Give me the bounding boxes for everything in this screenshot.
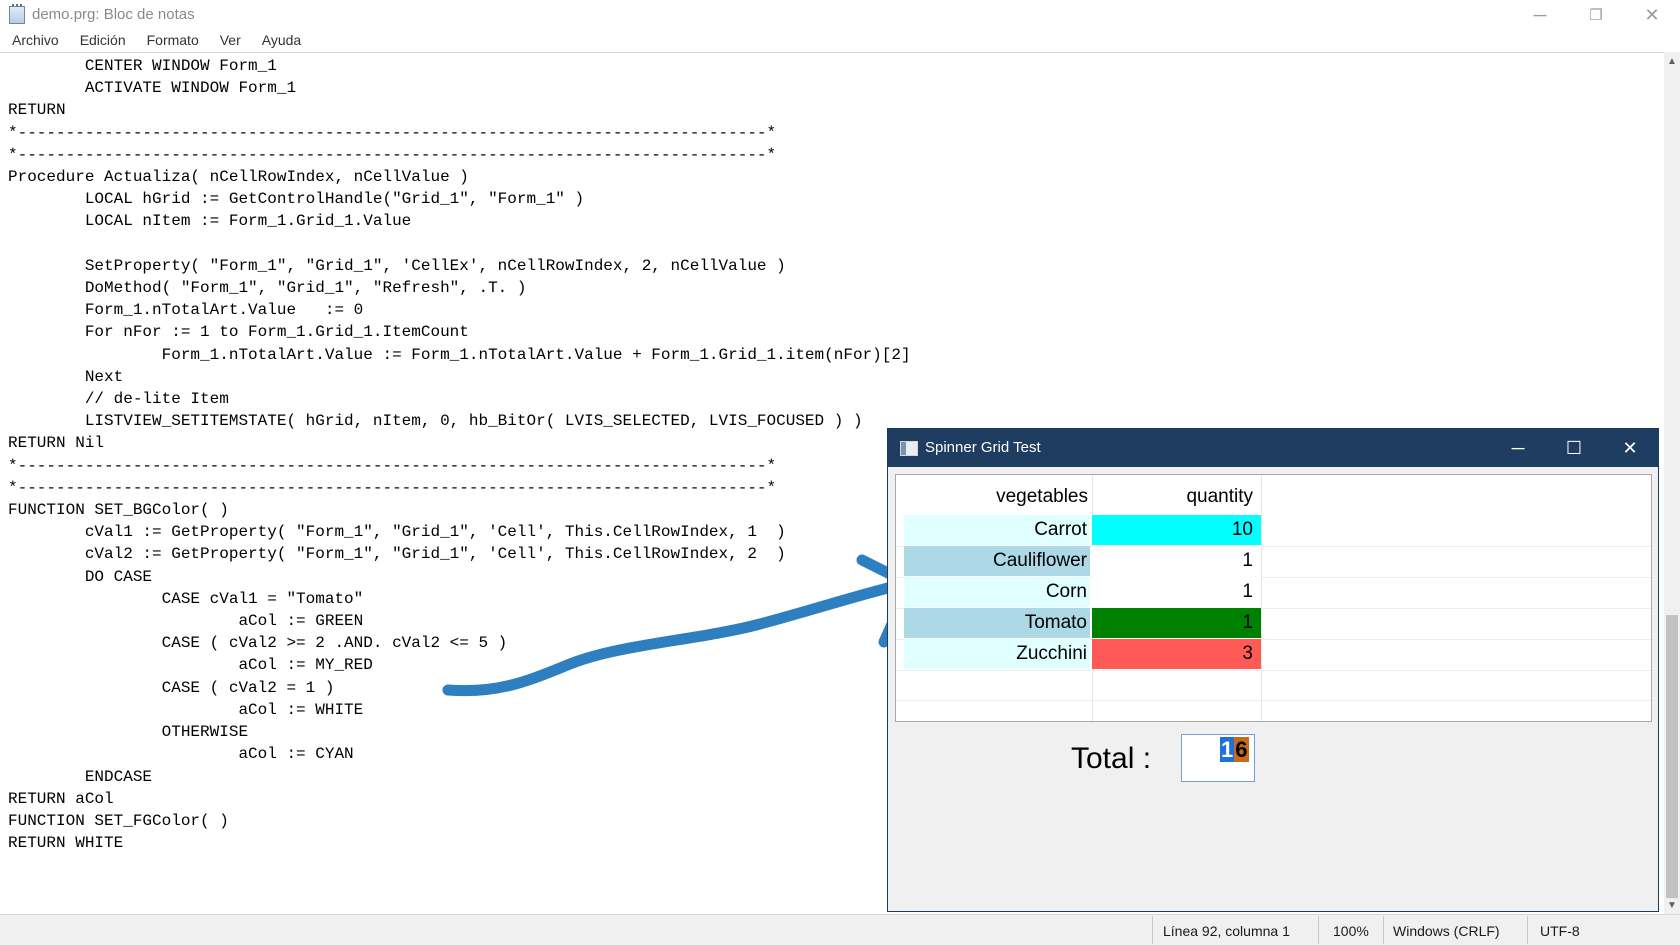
status-line-endings: Windows (CRLF) xyxy=(1393,923,1500,939)
column-header-vegetables[interactable]: vegetables xyxy=(904,483,1088,511)
menu-ayuda[interactable]: Ayuda xyxy=(250,30,310,52)
quantity-cell[interactable]: 3 xyxy=(1092,639,1261,669)
total-value-selected-digit: 1 xyxy=(1220,737,1235,762)
scroll-up-arrow-icon[interactable]: ▲ xyxy=(1664,54,1680,70)
table-row[interactable]: Carrot 10 xyxy=(896,515,1651,547)
minimize-button[interactable]: ─ xyxy=(1512,0,1568,30)
spinner-title-bar: Spinner Grid Test ─ ☐ ✕ xyxy=(888,429,1658,467)
scroll-down-arrow-icon[interactable]: ▼ xyxy=(1664,898,1680,914)
vegetable-cell[interactable]: Cauliflower xyxy=(904,546,1090,576)
spinner-maximize-button[interactable]: ☐ xyxy=(1546,429,1602,467)
empty-row xyxy=(896,669,1651,701)
notepad-app-icon xyxy=(9,4,25,24)
total-value: 16 xyxy=(1220,737,1249,762)
vegetable-cell[interactable]: Zucchini xyxy=(904,639,1090,669)
vegetable-cell[interactable]: Tomato xyxy=(904,608,1090,638)
table-row[interactable]: Tomato 1 xyxy=(896,608,1651,640)
status-zoom: 100% xyxy=(1333,923,1369,939)
close-button[interactable]: ✕ xyxy=(1624,0,1680,30)
status-encoding: UTF-8 xyxy=(1540,923,1580,939)
menu-bar: Archivo Edición Formato Ver Ayuda xyxy=(0,30,310,52)
notepad-window-title: demo.prg: Bloc de notas xyxy=(32,6,195,23)
quantity-cell[interactable]: 1 xyxy=(1092,546,1261,576)
menu-archivo[interactable]: Archivo xyxy=(0,30,68,52)
total-label: Total : xyxy=(1071,742,1152,775)
vegetables-grid[interactable]: vegetables quantity Carrot 10 Cauliflower 1… xyxy=(895,474,1652,722)
spinner-grid-window: Spinner Grid Test ─ ☐ ✕ vegetables quant… xyxy=(887,428,1659,912)
status-bar: Línea 92, columna 1 100% Windows (CRLF) … xyxy=(0,914,1680,945)
code-text: CENTER WINDOW Form_1 ACTIVATE WINDOW For… xyxy=(8,57,911,853)
restore-button[interactable]: ❐ xyxy=(1568,0,1624,30)
spinner-close-button[interactable]: ✕ xyxy=(1602,429,1658,467)
vegetable-cell[interactable]: Carrot xyxy=(904,515,1090,545)
spinner-minimize-button[interactable]: ─ xyxy=(1490,429,1546,467)
table-row[interactable]: Corn 1 xyxy=(896,577,1651,609)
column-header-quantity[interactable]: quantity xyxy=(1092,483,1253,511)
menu-ver[interactable]: Ver xyxy=(208,30,250,52)
table-row[interactable]: Cauliflower 1 xyxy=(896,546,1651,578)
menu-edicion[interactable]: Edición xyxy=(68,30,135,52)
notepad-title-bar: demo.prg: Bloc de notas ─ ❐ ✕ xyxy=(0,0,1680,30)
total-input[interactable]: 16 xyxy=(1181,734,1255,782)
table-row[interactable]: Zucchini 3 xyxy=(896,639,1651,671)
quantity-cell[interactable]: 1 xyxy=(1092,608,1261,638)
spinner-window-title: Spinner Grid Test xyxy=(925,439,1041,456)
status-position: Línea 92, columna 1 xyxy=(1163,923,1290,939)
quantity-cell[interactable]: 1 xyxy=(1092,577,1261,607)
quantity-cell[interactable]: 10 xyxy=(1092,515,1261,545)
vegetable-cell[interactable]: Corn xyxy=(904,577,1090,607)
menu-formato[interactable]: Formato xyxy=(135,30,208,52)
scrollbar-thumb[interactable] xyxy=(1666,615,1678,898)
window-app-icon xyxy=(900,441,918,456)
vertical-scrollbar[interactable]: ▲ ▼ xyxy=(1664,52,1680,914)
total-value-cursor-digit: 6 xyxy=(1234,737,1249,762)
